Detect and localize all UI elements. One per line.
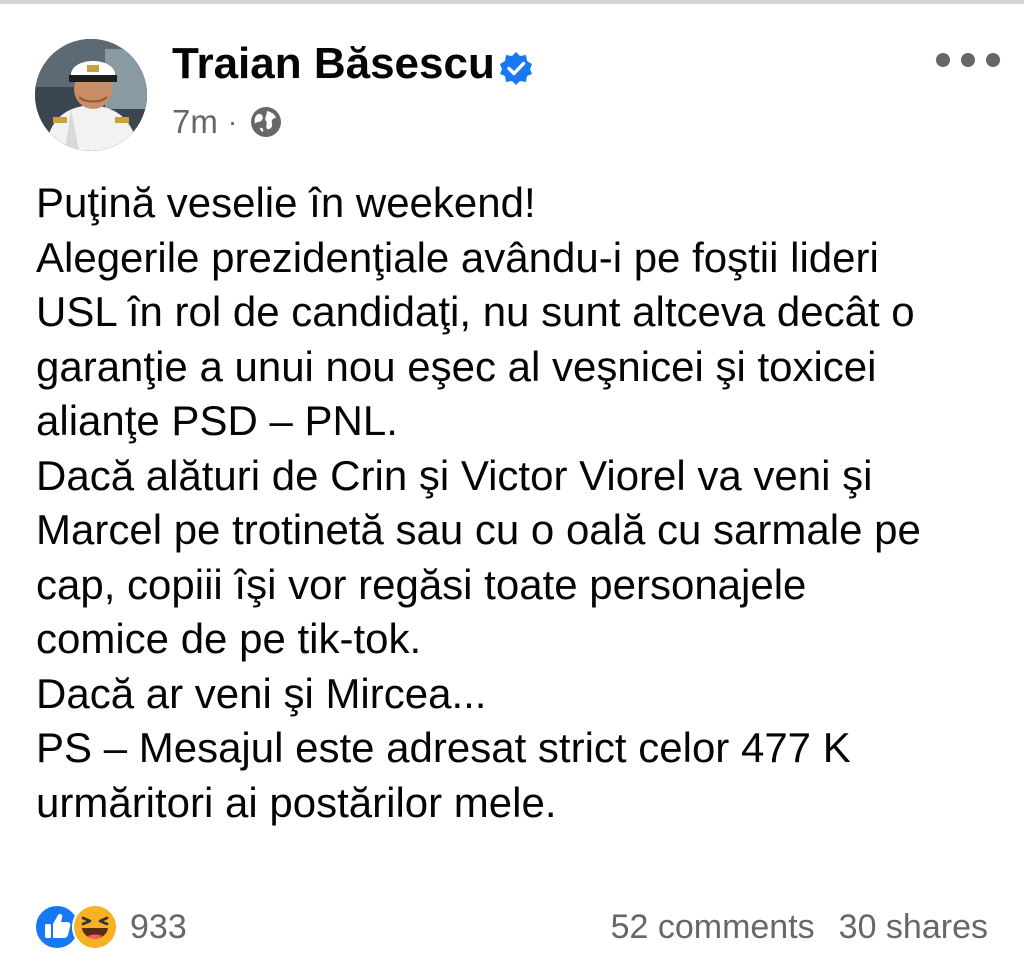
post-text-line: comice de pe tik-tok.	[36, 615, 422, 662]
post-text-line: cap, copiii îşi vor regăsi toate persona…	[36, 560, 807, 608]
author-name[interactable]: Traian Băsescu	[172, 36, 495, 92]
post-text-line: PS – Mesajul este adresat strict celor 4…	[36, 724, 851, 771]
facebook-post: Traian Băsescu 7m · Puţină veselie în we…	[0, 0, 1024, 972]
dot-icon	[961, 53, 975, 67]
post-text-line: Alegerile prezidenţiale avându-i pe foşt…	[36, 233, 879, 281]
post-text-line: Puţină veselie în weekend!	[36, 179, 536, 226]
avatar-image	[35, 39, 147, 151]
globe-icon[interactable]	[249, 105, 283, 139]
verified-badge-icon	[500, 52, 532, 85]
post-text-line: garanţie a unui nou eşec al veşnicei şi …	[36, 342, 877, 390]
post-text-line: USL în rol de candidaţi, nu sunt altceva…	[36, 288, 915, 335]
post-body: Puţină veselie în weekend! Alegerile pre…	[36, 176, 1006, 830]
reactions-summary[interactable]: 933	[34, 902, 187, 952]
dot-icon	[986, 53, 1000, 67]
comments-link[interactable]: 52 comments	[611, 908, 815, 947]
post-text-line: alianţe PSD – PNL.	[36, 397, 398, 444]
dot-icon	[936, 53, 950, 67]
post-text-line: Dacă ar veni şi Mircea...	[36, 669, 487, 717]
reaction-count: 933	[130, 907, 187, 946]
post-text-line: Marcel pe trotinetă sau cu o oală cu sar…	[36, 506, 921, 553]
haha-icon	[72, 904, 118, 950]
author-avatar[interactable]	[35, 39, 147, 151]
more-options-button[interactable]	[936, 42, 1000, 78]
post-text-line: urmăritori ai postărilor mele.	[36, 778, 557, 826]
engagement-stats: 52 comments 30 shares	[611, 902, 988, 952]
post-meta: 7m ·	[172, 100, 283, 144]
post-text-line: Dacă alături de Crin şi Victor Viorel va…	[36, 451, 873, 499]
post-timestamp[interactable]: 7m	[172, 103, 218, 141]
shares-link[interactable]: 30 shares	[839, 908, 988, 947]
meta-separator: ·	[227, 106, 238, 137]
